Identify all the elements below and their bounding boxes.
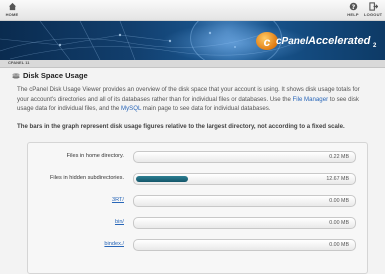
logout-button[interactable]: LOGOUT [364, 2, 382, 17]
breadcrumb-bar: CPANEL 11 [0, 60, 385, 68]
directory-link[interactable]: 3RT/ [28, 197, 124, 203]
help-button[interactable]: ? HELP [346, 2, 360, 17]
logout-label: LOGOUT [364, 12, 383, 17]
cpanel-logo: c cPanel Accelerated 2 [256, 27, 384, 57]
home-label: HOME [5, 12, 19, 17]
usage-size: 0.00 MB [329, 197, 349, 204]
home-icon [8, 2, 16, 11]
file-manager-link[interactable]: File Manager [293, 96, 329, 103]
brand-version: 2 [373, 43, 377, 49]
cpanel-logo-icon: c [256, 32, 278, 50]
top-toolbar: HOME ? HELP LOGOUT [0, 0, 385, 21]
logout-icon [368, 2, 378, 11]
desc-text-3: main page to see data for individual dat… [141, 105, 271, 113]
usage-row: Files in hidden subdirectories. 12.67 MB [28, 169, 367, 189]
directory-link[interactable]: bindex./ [28, 241, 124, 247]
usage-row: Files in home directory. 0.22 MB [28, 147, 367, 167]
disk-usage-panel: Files in home directory. 0.22 MB Files i… [27, 142, 368, 274]
brand-accelerated: Accelerated [308, 35, 371, 47]
usage-row-label: Files in home directory. [66, 153, 124, 159]
usage-row: bin/ 0.00 MB [28, 213, 367, 233]
usage-size: 0.00 MB [329, 241, 349, 248]
breadcrumb-label: CPANEL 11 [8, 60, 30, 65]
help-icon: ? [349, 2, 357, 11]
usage-row-label: Files in hidden subdirectories. [50, 175, 124, 181]
usage-row: bindex./ 0.00 MB [28, 235, 367, 255]
brand-cpanel: cPanel [276, 36, 309, 47]
usage-bar: 0.00 MB [133, 239, 356, 251]
usage-bar-fill [136, 176, 188, 182]
usage-size: 0.00 MB [329, 219, 349, 226]
home-button[interactable]: HOME [4, 2, 20, 17]
usage-bar: 0.22 MB [133, 151, 356, 163]
svg-text:?: ? [351, 4, 355, 11]
scale-note: The bars in the graph represent disk usa… [17, 123, 345, 130]
help-label: HELP [347, 12, 359, 17]
usage-size: 0.22 MB [329, 153, 349, 160]
usage-row: 3RT/ 0.00 MB [28, 191, 367, 211]
mysql-link[interactable]: MySQL [121, 105, 141, 112]
directory-link[interactable]: bin/ [28, 219, 124, 225]
page-description: The cPanel Disk Usage Viewer provides an… [17, 85, 369, 114]
usage-size: 12.67 MB [326, 175, 349, 182]
page-title-text: Disk Space Usage [23, 71, 88, 80]
disk-icon [12, 73, 20, 79]
usage-bar: 12.67 MB [133, 173, 356, 185]
page-title: Disk Space Usage [12, 71, 88, 80]
usage-bar: 0.00 MB [133, 195, 356, 207]
usage-bar: 0.00 MB [133, 217, 356, 229]
header-banner: c cPanel Accelerated 2 [0, 21, 385, 60]
